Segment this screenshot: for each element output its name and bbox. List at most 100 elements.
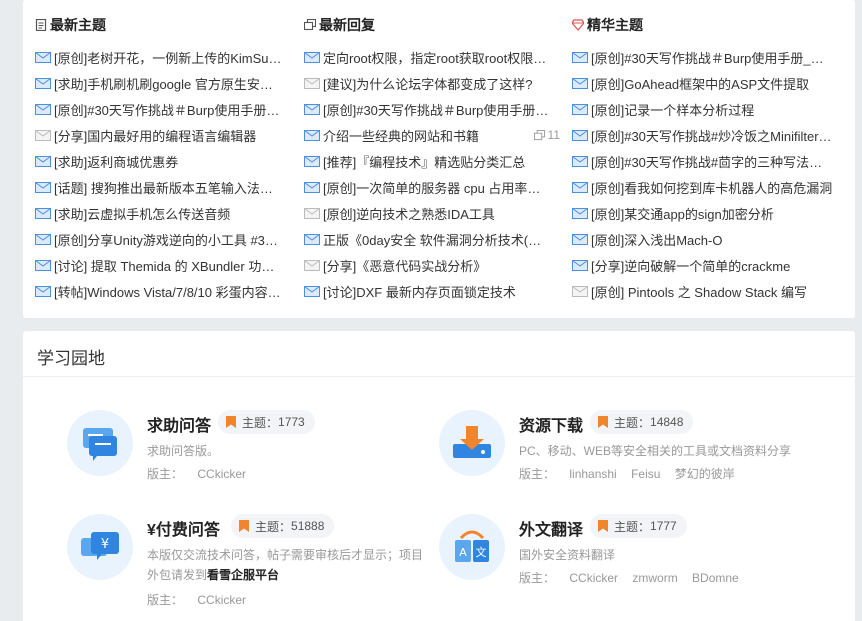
- mail-icon: [304, 181, 320, 193]
- moderator-link[interactable]: Feisu: [631, 467, 660, 481]
- topic-title-link[interactable]: [推荐]『编程技术』精选贴分类汇总: [323, 152, 525, 171]
- mail-icon: [572, 155, 588, 167]
- mail-icon: [572, 77, 588, 89]
- moderator-label: 版主：: [147, 467, 184, 481]
- mail-icon: [572, 259, 588, 271]
- diamond-icon: [572, 19, 584, 31]
- moderator-link[interactable]: zmworm: [632, 571, 677, 585]
- bookmark-icon: [226, 416, 236, 428]
- column-header: 最新主题: [35, 16, 106, 34]
- moderator-link[interactable]: 梦幻的彼岸: [675, 467, 735, 481]
- moderator-link[interactable]: linhanshi: [569, 467, 616, 481]
- topic-item[interactable]: [原创]某交通app的sign加密分析: [572, 200, 832, 226]
- topic-title-link[interactable]: [原创]记录一个样本分析过程: [591, 100, 754, 119]
- topic-title-link[interactable]: [分享]《恶意代码实战分析》: [323, 256, 486, 275]
- reply-count-icon: [533, 129, 545, 140]
- topic-item[interactable]: [原创]#30天写作挑战＃Burp使用手册…: [304, 96, 560, 122]
- topic-item[interactable]: [原创]逆向技术之熟悉IDA工具: [304, 200, 560, 226]
- topic-title-link[interactable]: [原创]分享Unity游戏逆向的小工具 #3…: [54, 230, 278, 249]
- download-icon: [439, 410, 505, 476]
- moderator-link[interactable]: CCkicker: [197, 593, 246, 607]
- moderator-link[interactable]: CCkicker: [569, 571, 618, 585]
- topic-count-badge: 主题： 1777: [590, 514, 687, 538]
- topic-title-link[interactable]: [原创]逆向技术之熟悉IDA工具: [323, 204, 495, 223]
- topic-title-link[interactable]: [原创]看我如何挖到库卡机器人的高危漏洞: [591, 178, 832, 197]
- topic-item[interactable]: [原创]#30天写作挑战＃Burp使用手册_…: [572, 44, 832, 70]
- topic-item[interactable]: [原创]老树开花，一例新上传的KimSu…: [35, 44, 282, 70]
- mail-read-icon: [572, 285, 588, 297]
- topic-item[interactable]: [转帖]Windows Vista/7/8/10 彩蛋内容…: [35, 278, 282, 304]
- mail-icon: [304, 233, 320, 245]
- moderator-label: 版主：: [519, 571, 556, 585]
- topic-title-link[interactable]: [求助]云虚拟手机怎么传送音频: [54, 204, 230, 223]
- forum-description: 求助问答版。: [147, 444, 220, 458]
- topic-item[interactable]: [原创]GoAhead框架中的ASP文件提取: [572, 70, 832, 96]
- mail-icon: [304, 285, 320, 297]
- forum-name[interactable]: ¥付费问答: [147, 516, 220, 540]
- enterprise-platform-link[interactable]: 看雪企服平台: [207, 568, 279, 582]
- topic-title-link[interactable]: [原创]一次简单的服务器 cpu 占用率…: [323, 178, 540, 197]
- topic-title-link[interactable]: [原创]#30天写作挑战＃Burp使用手册…: [54, 100, 279, 119]
- topic-item[interactable]: [分享]逆向破解一个简单的crackme: [572, 252, 832, 278]
- topic-title-link[interactable]: [转帖]Windows Vista/7/8/10 彩蛋内容…: [54, 282, 281, 301]
- topic-item[interactable]: [求助]返利商城优惠券: [35, 148, 282, 174]
- topic-item[interactable]: [原创]#30天写作挑战#茴字的三种写法…: [572, 148, 832, 174]
- column-title: 最新主题: [50, 17, 106, 33]
- topic-item[interactable]: [话题] 搜狗推出最新版本五笔输入法…: [35, 174, 282, 200]
- topic-title-link[interactable]: [分享]逆向破解一个简单的crackme: [591, 256, 790, 275]
- topic-item[interactable]: [原创]记录一个样本分析过程: [572, 96, 832, 122]
- topic-title-link[interactable]: [求助]返利商城优惠券: [54, 152, 178, 171]
- topic-item[interactable]: 正版《0day安全 软件漏洞分析技术(…: [304, 226, 560, 252]
- topic-item[interactable]: [推荐]『编程技术』精选贴分类汇总: [304, 148, 560, 174]
- topic-item[interactable]: [讨论] 提取 Themida 的 XBundler 功…: [35, 252, 282, 278]
- topic-title-link[interactable]: [话题] 搜狗推出最新版本五笔输入法…: [54, 178, 273, 197]
- topic-title-link[interactable]: [原创]#30天写作挑战＃Burp使用手册…: [323, 100, 548, 119]
- topic-item[interactable]: [原创]一次简单的服务器 cpu 占用率…: [304, 174, 560, 200]
- topic-item[interactable]: [原创]看我如何挖到库卡机器人的高危漏洞: [572, 174, 832, 200]
- topic-item[interactable]: 介绍一些经典的网站和书籍 11: [304, 122, 560, 148]
- moderators: 版主： linhanshi Feisu 梦幻的彼岸: [519, 465, 746, 482]
- forum-description: 本版仅交流技术问答，帖子需要审核后才显示；项目 外包请发到看雪企服平台: [147, 545, 423, 585]
- topic-title-link[interactable]: 介绍一些经典的网站和书籍: [323, 126, 479, 145]
- topic-count-badge: 主题： 14848: [590, 410, 694, 434]
- topic-title-link[interactable]: 定向root权限，指定root获取root权限…: [323, 48, 546, 67]
- forum-name[interactable]: 求助问答: [147, 412, 211, 436]
- topic-title-link[interactable]: [分享]国内最好用的编程语言编辑器: [54, 126, 256, 145]
- topic-item[interactable]: [讨论]DXF 最新内存页面锁定技术: [304, 278, 560, 304]
- topic-title-link[interactable]: [讨论] 提取 Themida 的 XBundler 功…: [54, 256, 274, 275]
- topic-title-link[interactable]: [原创] Pintools 之 Shadow Stack 编写: [591, 282, 807, 301]
- forum-name[interactable]: 资源下载: [519, 412, 583, 436]
- forum-name[interactable]: 外文翻译: [519, 516, 583, 540]
- topic-title-link[interactable]: [原创]GoAhead框架中的ASP文件提取: [591, 74, 809, 93]
- topic-item[interactable]: [原创]#30天写作挑战#炒冷饭之Minifilter…: [572, 122, 832, 148]
- topic-item[interactable]: 定向root权限，指定root获取root权限…: [304, 44, 560, 70]
- topic-item[interactable]: [原创]#30天写作挑战＃Burp使用手册…: [35, 96, 282, 122]
- topic-title-link[interactable]: [建议]为什么论坛字体都变成了这样?: [323, 74, 532, 93]
- topic-title-link[interactable]: [原创]#30天写作挑战＃Burp使用手册_…: [591, 48, 824, 67]
- topic-title-link[interactable]: [原创]#30天写作挑战#茴字的三种写法…: [591, 152, 822, 171]
- mail-read-icon: [304, 207, 320, 219]
- mail-icon: [304, 155, 320, 167]
- topic-item[interactable]: [原创]深入浅出Mach-O: [572, 226, 832, 252]
- topic-item[interactable]: [原创] Pintools 之 Shadow Stack 编写: [572, 278, 832, 304]
- mail-read-icon: [35, 129, 51, 141]
- topic-title-link[interactable]: [讨论]DXF 最新内存页面锁定技术: [323, 282, 516, 301]
- forum-description: 国外安全资料翻译: [519, 548, 616, 562]
- moderator-link[interactable]: CCkicker: [197, 467, 246, 481]
- topic-title-link[interactable]: 正版《0day安全 软件漏洞分析技术(…: [323, 230, 541, 249]
- topic-title-link[interactable]: [原创]深入浅出Mach-O: [591, 230, 722, 249]
- latest-topics-panel: 最新主题 [原创]老树开花，一例新上传的KimSu… [求助]手机刷机刷googl…: [23, 0, 855, 318]
- topic-title-link[interactable]: [原创]某交通app的sign加密分析: [591, 204, 774, 223]
- moderator-label: 版主：: [147, 593, 184, 607]
- topic-title-link[interactable]: [求助]手机刷机刷google 官方原生安…: [54, 74, 273, 93]
- topic-item[interactable]: [建议]为什么论坛字体都变成了这样?: [304, 70, 560, 96]
- mail-icon: [35, 285, 51, 297]
- topic-item[interactable]: [原创]分享Unity游戏逆向的小工具 #3…: [35, 226, 282, 252]
- topic-title-link[interactable]: [原创]#30天写作挑战#炒冷饭之Minifilter…: [591, 126, 832, 145]
- moderator-link[interactable]: BDomne: [692, 571, 739, 585]
- topic-item[interactable]: [求助]云虚拟手机怎么传送音频: [35, 200, 282, 226]
- topic-title-link[interactable]: [原创]老树开花，一例新上传的KimSu…: [54, 48, 282, 67]
- topic-item[interactable]: [分享]《恶意代码实战分析》: [304, 252, 560, 278]
- topic-item[interactable]: [分享]国内最好用的编程语言编辑器: [35, 122, 282, 148]
- topic-item[interactable]: [求助]手机刷机刷google 官方原生安…: [35, 70, 282, 96]
